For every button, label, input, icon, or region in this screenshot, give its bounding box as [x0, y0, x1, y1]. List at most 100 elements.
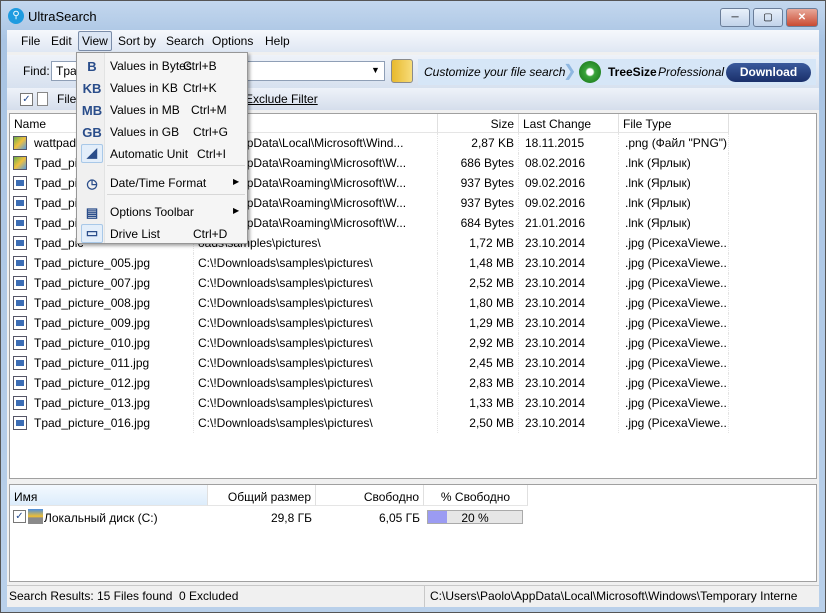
menu-item-automatic-unit[interactable]: ◢ Automatic Unit Ctrl+I	[79, 144, 245, 165]
menu-item-values-in-gb[interactable]: GB Values in GB Ctrl+G	[79, 122, 245, 143]
status-excluded: 0 Excluded	[179, 589, 239, 603]
menu-item-shortcut: Ctrl+B	[183, 59, 217, 73]
table-row[interactable]: Tpad_picture_007.jpg C:\!Downloads\sampl…	[10, 273, 730, 293]
file-icon	[37, 92, 48, 106]
drive-row[interactable]: ✓ Локальный диск (C:) 29,8 ГБ 6,05 ГБ	[10, 507, 816, 527]
column-header-size[interactable]: Size	[438, 114, 519, 133]
cell-name: Tpad_picture_011.jpg	[30, 353, 194, 373]
cell-name: Tpad_picture_012.jpg	[30, 373, 194, 393]
table-row[interactable]: Tpad_picture_013.jpg C:\!Downloads\sampl…	[10, 393, 730, 413]
menu-item-values-in-bytes[interactable]: B Values in Bytes Ctrl+B	[79, 56, 245, 77]
cell-name: Tpad_picture_008.jpg	[30, 293, 194, 313]
table-row[interactable]: Tpad_picture_005.jpg C:\!Downloads\sampl…	[10, 253, 730, 273]
cell-file-type: .jpg (PicexaViewe...	[619, 273, 729, 293]
menu-help[interactable]: Help	[262, 33, 293, 49]
cell-size: 684 Bytes	[438, 213, 519, 233]
file-icon	[13, 176, 27, 190]
dropdown-arrow-icon[interactable]: ▼	[371, 65, 380, 75]
drive-total: 29,8 ГБ	[270, 511, 312, 525]
cell-name: Tpad_picture_005.jpg	[30, 253, 194, 273]
cell-last-change: 23.10.2014	[519, 293, 619, 313]
bytes-icon: B	[87, 59, 97, 74]
menu-item-label: Automatic Unit	[110, 147, 189, 161]
drive-column-free[interactable]: Свободно	[316, 485, 424, 506]
progress-label: 20 %	[461, 511, 489, 525]
drive-list: Имя Общий размер Свободно % Свободно ✓ Л…	[9, 484, 817, 582]
ad-text: Customize your file search	[424, 65, 566, 79]
table-row[interactable]: Tpad_picture_010.jpg C:\!Downloads\sampl…	[10, 333, 730, 353]
menu-item-date-time-format[interactable]: ◷ Date/Time Format ▶	[79, 173, 245, 194]
cell-size: 1,48 MB	[438, 253, 519, 273]
menu-sort-by[interactable]: Sort by	[115, 33, 159, 49]
menu-search[interactable]: Search	[163, 33, 207, 49]
menu-edit[interactable]: Edit	[48, 33, 75, 49]
table-row[interactable]: Tpad_picture_008.jpg C:\!Downloads\sampl…	[10, 293, 730, 313]
ad-product-edition: Professional	[658, 65, 725, 79]
table-row[interactable]: Tpad_picture_009.jpg C:\!Downloads\sampl…	[10, 313, 730, 333]
cell-path: C:\!Downloads\samples\pictures\	[194, 273, 438, 293]
close-button[interactable]: ✕	[786, 8, 818, 27]
minimize-button[interactable]: ─	[720, 8, 750, 27]
clock-icon: ◷	[86, 176, 98, 191]
cell-last-change: 23.10.2014	[519, 313, 619, 333]
cell-size: 2,92 MB	[438, 333, 519, 353]
cell-last-change: 23.10.2014	[519, 233, 619, 253]
cell-path: C:\!Downloads\samples\pictures\	[194, 373, 438, 393]
cell-file-type: .lnk (Ярлык)	[619, 213, 729, 233]
cell-file-type: .jpg (PicexaViewe...	[619, 393, 729, 413]
menu-item-values-in-kb[interactable]: KB Values in KB Ctrl+K	[79, 78, 245, 99]
table-row[interactable]: Tpad_picture_016.jpg C:\!Downloads\sampl…	[10, 413, 730, 433]
drive-icon	[28, 509, 43, 524]
menu-file[interactable]: File	[18, 33, 43, 49]
status-path: C:\Users\Paolo\AppData\Local\Microsoft\W…	[430, 589, 798, 603]
cell-size: 1,72 MB	[438, 233, 519, 253]
file-icon	[13, 276, 27, 290]
cell-size: 1,80 MB	[438, 293, 519, 313]
cell-size: 2,83 MB	[438, 373, 519, 393]
menu-view[interactable]: View	[78, 31, 112, 51]
cell-last-change: 08.02.2016	[519, 153, 619, 173]
menu-item-options-toolbar[interactable]: ▤ Options Toolbar ▶	[79, 202, 245, 223]
mb-icon: MB	[81, 103, 103, 118]
menu-item-values-in-mb[interactable]: MB Values in MB Ctrl+M	[79, 100, 245, 121]
cell-path: C:\!Downloads\samples\pictures\	[194, 393, 438, 413]
drive-column-percent-free[interactable]: % Свободно	[424, 485, 528, 506]
cell-size: 937 Bytes	[438, 173, 519, 193]
image-file-icon	[13, 136, 27, 150]
exclude-filter-link[interactable]: Exclude Filter	[245, 92, 318, 106]
drive-name: Локальный диск (C:)	[44, 511, 158, 525]
file-icon	[13, 316, 27, 330]
drive-checkbox[interactable]: ✓	[13, 510, 26, 523]
cell-last-change: 23.10.2014	[519, 333, 619, 353]
cell-file-type: .lnk (Ярлык)	[619, 153, 729, 173]
menu-item-label: Values in KB	[110, 81, 178, 95]
cell-size: 1,33 MB	[438, 393, 519, 413]
folder-browse-icon[interactable]	[391, 59, 413, 83]
menu-separator	[107, 194, 245, 195]
cell-size: 2,50 MB	[438, 413, 519, 433]
cell-size: 1,29 MB	[438, 313, 519, 333]
column-header-last-change[interactable]: Last Change	[519, 114, 619, 133]
cell-file-type: .jpg (PicexaViewe...	[619, 373, 729, 393]
file-icon	[13, 196, 27, 210]
cell-file-type: .jpg (PicexaViewe...	[619, 293, 729, 313]
file-icon	[13, 216, 27, 230]
column-header-file-type[interactable]: File Type	[619, 114, 729, 133]
drive-column-name[interactable]: Имя	[10, 485, 208, 506]
download-button[interactable]: Download	[726, 63, 811, 82]
cell-size: 2,87 KB	[438, 133, 519, 153]
window-title: UltraSearch	[28, 9, 97, 24]
cell-size: 2,52 MB	[438, 273, 519, 293]
menu-options[interactable]: Options	[209, 33, 256, 49]
cell-size: 937 Bytes	[438, 193, 519, 213]
file-icon	[13, 416, 27, 430]
cell-size: 686 Bytes	[438, 153, 519, 173]
maximize-button[interactable]: ▢	[753, 8, 783, 27]
treesize-logo-icon	[579, 61, 601, 83]
files-checkbox[interactable]: ✓	[20, 93, 33, 106]
table-row[interactable]: Tpad_picture_012.jpg C:\!Downloads\sampl…	[10, 373, 730, 393]
menu-item-drive-list[interactable]: ▭ Drive List Ctrl+D	[79, 224, 245, 245]
table-row[interactable]: Tpad_picture_011.jpg C:\!Downloads\sampl…	[10, 353, 730, 373]
drive-free-progress: 20 %	[427, 510, 523, 525]
drive-column-total[interactable]: Общий размер	[208, 485, 316, 506]
